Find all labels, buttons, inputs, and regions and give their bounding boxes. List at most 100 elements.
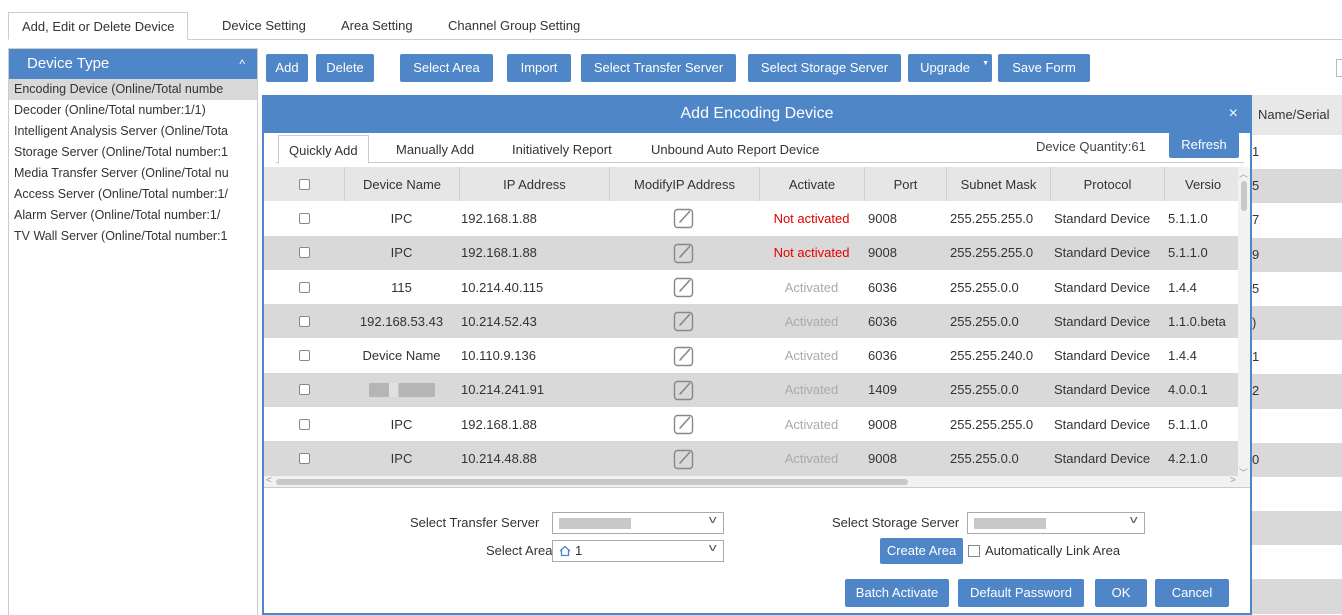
select-area-button[interactable]: Select Area (400, 54, 493, 82)
import-button[interactable]: Import (507, 54, 571, 82)
table-row[interactable] (1250, 511, 1342, 546)
tab-area-setting[interactable]: Area Setting (341, 12, 413, 40)
device-type-item-alarm[interactable]: Alarm Server (Online/Total number:1/ (9, 205, 257, 226)
vertical-scroll-thumb[interactable] (1241, 181, 1247, 211)
area-value: 1 (575, 543, 583, 558)
edit-icon[interactable] (673, 448, 695, 470)
vertical-scrollbar[interactable]: ︿ ﹀ (1238, 167, 1250, 479)
table-row[interactable]: IPC 192.168.1.88 Activated 9008 255.255.255.… (264, 407, 1240, 441)
col-ip-address[interactable]: IP Address (459, 167, 609, 202)
auto-link-area-checkbox[interactable] (968, 545, 980, 557)
transfer-server-select[interactable]: v (552, 512, 724, 534)
col-version[interactable]: Versio (1164, 167, 1240, 202)
table-row[interactable]: IPC 10.214.48.88 Activated 9008 255.255.0.0 S… (264, 441, 1240, 476)
row-checkbox[interactable] (298, 247, 310, 259)
close-icon[interactable]: × (1229, 95, 1238, 133)
table-row[interactable]: 9 (1250, 237, 1342, 272)
table-row[interactable]: IPC 192.168.1.88 Not activated 9008 255.255.… (264, 235, 1240, 270)
tab-initiatively-report[interactable]: Initiatively Report (512, 135, 612, 163)
table-row[interactable]: Device Name 10.110.9.136 Activated 6036 255.… (264, 339, 1240, 373)
activate-status[interactable]: Not activated (759, 201, 864, 235)
device-name-cell: 115 (391, 279, 412, 295)
edit-icon[interactable] (673, 242, 695, 264)
tab-channel-group-setting[interactable]: Channel Group Setting (448, 12, 580, 40)
horizontal-scroll-thumb[interactable] (276, 479, 908, 485)
delete-button[interactable]: Delete (316, 54, 374, 82)
col-modify-ip-address[interactable]: ModifyIP Address (609, 167, 759, 202)
table-row[interactable]: 1 (1250, 340, 1342, 374)
tab-unbound-auto-report-device[interactable]: Unbound Auto Report Device (651, 135, 819, 163)
row-checkbox[interactable] (298, 212, 310, 224)
row-checkbox[interactable] (298, 350, 310, 362)
storage-server-select[interactable]: v (967, 512, 1145, 534)
device-type-item-intelligent-analysis[interactable]: Intelligent Analysis Server (Online/Tota (9, 121, 257, 142)
refresh-button[interactable]: Refresh (1169, 132, 1239, 158)
table-row[interactable]: 5 (1250, 169, 1342, 204)
table-row[interactable]: 2 (1250, 374, 1342, 409)
scroll-right-icon[interactable]: > (1230, 475, 1236, 486)
row-checkbox[interactable] (298, 418, 310, 430)
upgrade-button[interactable]: Upgrade ▼ (908, 54, 992, 82)
table-row[interactable]: IPC 192.168.1.88 Not activated 9008 255.255.… (264, 201, 1240, 235)
tab-manually-add[interactable]: Manually Add (396, 135, 474, 163)
horizontal-scrollbar[interactable]: < > (264, 475, 1250, 488)
tab-device-setting[interactable]: Device Setting (222, 12, 306, 40)
col-port[interactable]: Port (864, 167, 946, 202)
add-button[interactable]: Add (266, 54, 308, 82)
table-row[interactable] (1250, 579, 1342, 614)
row-checkbox[interactable] (298, 453, 310, 465)
col-protocol[interactable]: Protocol (1050, 167, 1164, 202)
scroll-up-icon[interactable]: ︿ (1239, 167, 1248, 180)
device-type-item-media-transfer[interactable]: Media Transfer Server (Online/Total nu (9, 163, 257, 184)
device-type-item-encoding[interactable]: Encoding Device (Online/Total numbe (9, 79, 257, 100)
create-area-button[interactable]: Create Area (880, 538, 963, 564)
activate-status[interactable]: Not activated (759, 236, 864, 270)
collapse-caret-icon[interactable]: ^ (239, 49, 245, 79)
row-checkbox[interactable] (298, 384, 310, 396)
table-row[interactable]: 7 (1250, 203, 1342, 237)
row-checkbox[interactable] (298, 281, 310, 293)
edit-icon[interactable] (673, 207, 695, 229)
table-row[interactable]: 0 (1250, 442, 1342, 477)
table-row[interactable]: 5 (1250, 272, 1342, 306)
area-select[interactable]: 1 v (552, 540, 724, 562)
dialog-title-bar[interactable]: Add Encoding Device × (264, 95, 1250, 133)
tab-add-edit-delete-device[interactable]: Add, Edit or Delete Device (8, 12, 189, 40)
table-row[interactable]: 192.168.53.43 10.214.52.43 Activated 6036 25… (264, 304, 1240, 339)
table-row[interactable] (1250, 409, 1342, 443)
table-row[interactable]: 115 10.214.40.115 Activated 6036 255.255.0.0… (264, 270, 1240, 304)
device-type-header[interactable]: Device Type ^ (9, 49, 257, 79)
table-row[interactable]: 1 (1250, 135, 1342, 169)
col-device-name[interactable]: Device Name (344, 167, 459, 202)
device-type-item-access[interactable]: Access Server (Online/Total number:1/ (9, 184, 257, 205)
tab-quickly-add[interactable]: Quickly Add (278, 135, 369, 164)
table-row[interactable] (1250, 545, 1342, 579)
default-password-button[interactable]: Default Password (958, 579, 1084, 607)
scroll-left-icon[interactable]: < (266, 475, 272, 486)
device-type-item-decoder[interactable]: Decoder (Online/Total number:1/1) (9, 100, 257, 121)
col-subnet-mask[interactable]: Subnet Mask (946, 167, 1050, 202)
ok-button[interactable]: OK (1095, 579, 1147, 607)
select-all-checkbox[interactable] (298, 178, 310, 190)
col-activate[interactable]: Activate (759, 167, 864, 202)
table-row[interactable]: ) (1250, 305, 1342, 341)
device-type-item-storage[interactable]: Storage Server (Online/Total number:1 (9, 142, 257, 163)
auto-link-area-label[interactable]: Automatically Link Area (985, 543, 1120, 558)
activate-status: Activated (784, 348, 839, 364)
select-storage-server-button[interactable]: Select Storage Server (748, 54, 901, 82)
select-transfer-server-button[interactable]: Select Transfer Server (581, 54, 736, 82)
edit-icon[interactable] (673, 379, 695, 401)
save-form-button[interactable]: Save Form (998, 54, 1090, 82)
edit-icon[interactable] (673, 413, 695, 435)
edit-icon[interactable] (673, 276, 695, 298)
edit-icon[interactable] (673, 310, 695, 332)
table-row[interactable]: 10.214.241.91 Activated 1409 255.255.0.0 Sta… (264, 372, 1240, 408)
table-row[interactable] (1250, 477, 1342, 511)
cancel-button[interactable]: Cancel (1155, 579, 1229, 607)
edit-icon[interactable] (673, 345, 695, 367)
row-checkbox[interactable] (298, 315, 310, 327)
device-type-item-tv-wall[interactable]: TV Wall Server (Online/Total number:1 (9, 226, 257, 247)
batch-activate-button[interactable]: Batch Activate (845, 579, 949, 607)
row-select-cell (264, 339, 344, 373)
toolbar-edge-control[interactable] (1336, 59, 1342, 77)
